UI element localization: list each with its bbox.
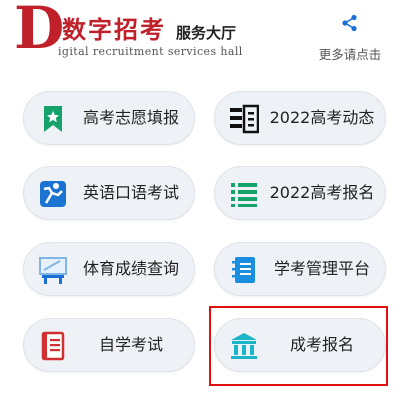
logo-subtitle: 服务大厅: [176, 24, 237, 42]
menu-item-label: 英语口语考试: [82, 183, 179, 202]
share-button[interactable]: 更多请点击: [310, 12, 390, 62]
document-icon: [41, 331, 65, 361]
menu-item-gaokao-registration[interactable]: 2022高考报名: [214, 166, 386, 220]
menu-item-xuekao-platform[interactable]: 学考管理平台: [214, 242, 386, 296]
menu-item-label: 学考管理平台: [273, 259, 370, 278]
menu-item-label: 2022高考报名: [269, 183, 375, 202]
logo-tagline: igital recruitment services hall: [58, 45, 243, 58]
logo-title: 数字招考: [62, 16, 166, 44]
menu-item-english-oral[interactable]: 英语口语考试: [23, 166, 195, 220]
list-icon: [231, 183, 257, 207]
news-list-icon: [230, 104, 259, 134]
bookmark-icon: [44, 106, 62, 132]
notebook-icon: [232, 257, 255, 283]
share-icon: [342, 14, 357, 32]
english-speech-icon: [40, 181, 66, 207]
menu-item-label: 体育成绩查询: [82, 259, 179, 278]
menu-item-gaokao-news[interactable]: 2022高考动态: [214, 91, 386, 145]
menu-item-gaokao-volunteer[interactable]: 高考志愿填报: [23, 91, 195, 145]
menu-item-self-study-exam[interactable]: 自学考试: [23, 318, 195, 372]
menu-item-sports-score[interactable]: 体育成绩查询: [23, 242, 195, 296]
share-label: 更多请点击: [318, 47, 382, 62]
institution-icon: [231, 333, 257, 359]
menu-item-label: 自学考试: [98, 335, 163, 354]
menu-item-label: 成考报名: [289, 335, 354, 354]
menu-item-adult-exam-registration[interactable]: 成考报名: [214, 318, 386, 372]
menu-item-label: 高考志愿填报: [82, 108, 179, 127]
sports-board-icon: [39, 257, 67, 284]
menu-item-label: 2022高考动态: [269, 108, 375, 127]
